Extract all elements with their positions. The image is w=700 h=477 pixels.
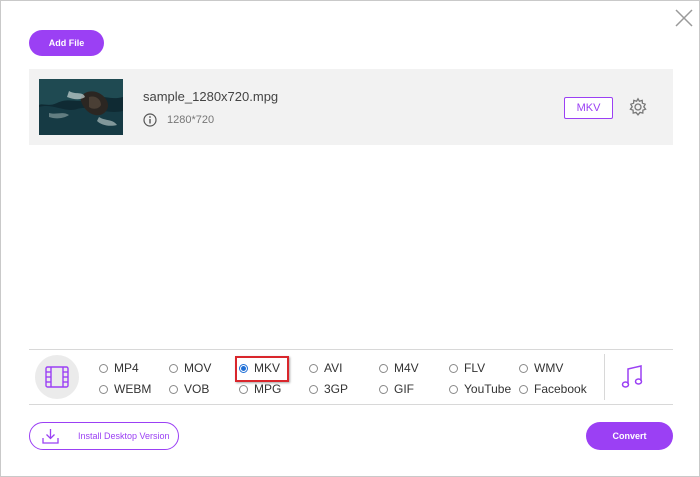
- format-option-wmv[interactable]: WMV: [519, 358, 589, 378]
- format-radio[interactable]: [379, 384, 388, 394]
- format-radio[interactable]: [309, 384, 318, 394]
- format-label: M4V: [394, 361, 419, 375]
- audio-formats-tab[interactable]: [617, 362, 647, 392]
- format-label: MOV: [184, 361, 212, 375]
- format-option-mp4[interactable]: MP4: [99, 358, 169, 378]
- add-file-button[interactable]: Add File: [29, 30, 104, 56]
- video-thumbnail: [39, 79, 123, 135]
- panel-divider: [604, 354, 605, 400]
- info-icon[interactable]: [143, 113, 157, 127]
- format-radio[interactable]: [169, 363, 178, 373]
- format-option-gif[interactable]: GIF: [379, 379, 449, 399]
- format-label: WMV: [534, 361, 564, 375]
- install-desktop-version-button[interactable]: Install Desktop Version: [29, 422, 179, 450]
- format-label: VOB: [184, 382, 210, 396]
- close-icon[interactable]: [673, 7, 695, 29]
- format-radio[interactable]: [99, 363, 108, 373]
- format-option-facebook[interactable]: Facebook: [519, 379, 589, 399]
- format-label: 3GP: [324, 382, 349, 396]
- format-label: AVI: [324, 361, 343, 375]
- format-label: Facebook: [534, 382, 587, 396]
- format-radio[interactable]: [309, 363, 318, 373]
- format-option-vob[interactable]: VOB: [169, 379, 239, 399]
- format-option-mkv[interactable]: MKV: [235, 356, 309, 382]
- video-format-options: MP4 MOV MKV AVI M4V FLV WMV WEBM VOB MPG 3GP GIF You…: [99, 356, 589, 399]
- format-radio[interactable]: [239, 384, 248, 394]
- format-radio[interactable]: [379, 363, 388, 373]
- convert-button[interactable]: Convert: [586, 422, 673, 450]
- format-radio[interactable]: [99, 384, 108, 394]
- file-resolution: 1280*720: [167, 114, 215, 126]
- format-label: YouTube: [464, 382, 512, 396]
- format-radio[interactable]: [519, 363, 528, 373]
- format-option-mov[interactable]: MOV: [169, 358, 239, 378]
- output-format-button[interactable]: MKV: [564, 97, 613, 119]
- format-label: MP4: [114, 361, 139, 375]
- format-label: MPG: [254, 382, 282, 396]
- install-desktop-version-label: Install Desktop Version: [78, 431, 170, 441]
- format-option-flv[interactable]: FLV: [449, 358, 519, 378]
- format-option-webm[interactable]: WEBM: [99, 379, 169, 399]
- format-label: MKV: [254, 361, 281, 375]
- format-option-youtube[interactable]: YouTube: [449, 379, 519, 399]
- format-selector-panel: MP4 MOV MKV AVI M4V FLV WMV WEBM VOB MPG 3GP GIF You…: [29, 349, 673, 405]
- download-icon: [42, 429, 59, 444]
- format-radio[interactable]: [449, 384, 458, 394]
- file-list-item: sample_1280x720.mpg 1280*720 MKV: [29, 69, 673, 145]
- format-radio[interactable]: [169, 384, 178, 394]
- film-icon: [45, 366, 69, 388]
- gear-icon[interactable]: [628, 97, 648, 117]
- format-option-avi[interactable]: AVI: [309, 358, 379, 378]
- format-radio[interactable]: [449, 363, 458, 373]
- music-note-icon: [621, 365, 643, 388]
- format-label: FLV: [464, 361, 486, 375]
- video-formats-tab[interactable]: [35, 355, 79, 399]
- format-radio[interactable]: [239, 363, 248, 373]
- format-label: WEBM: [114, 382, 152, 396]
- converter-window: Add File sample_1280x720.mpg 1280*720 MK…: [0, 0, 700, 477]
- format-label: GIF: [394, 382, 414, 396]
- format-option-3gp[interactable]: 3GP: [309, 379, 379, 399]
- format-radio[interactable]: [519, 384, 528, 394]
- format-option-mpg[interactable]: MPG: [239, 379, 309, 399]
- format-option-m4v[interactable]: M4V: [379, 358, 449, 378]
- file-name: sample_1280x720.mpg: [143, 89, 279, 104]
